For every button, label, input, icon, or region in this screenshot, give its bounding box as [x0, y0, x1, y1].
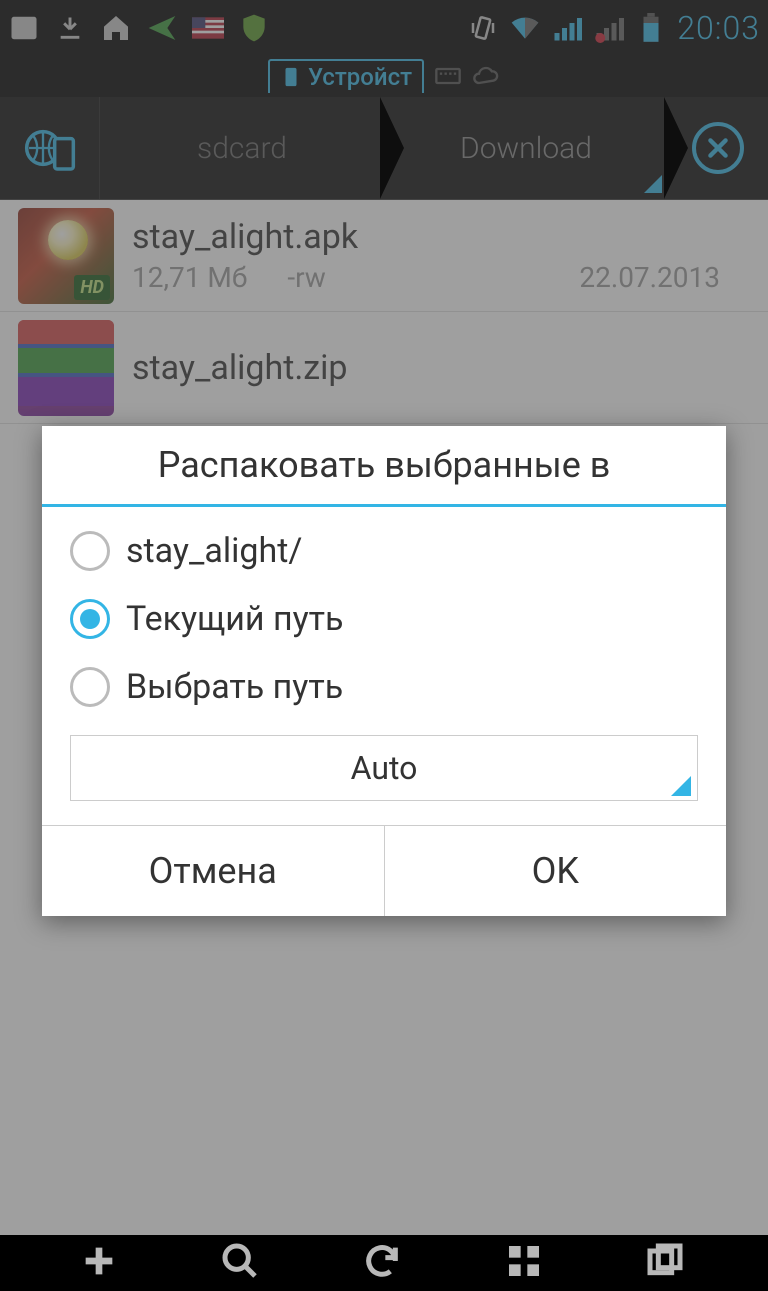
radio-label: stay_alight/: [126, 531, 302, 571]
ok-button[interactable]: OK: [385, 826, 727, 916]
radio-checked-icon: [70, 599, 110, 639]
bottom-toolbar: [0, 1235, 768, 1291]
select-value: Auto: [351, 749, 418, 787]
dialog-title: Распаковать выбранные в: [42, 426, 726, 507]
add-icon[interactable]: [79, 1241, 123, 1285]
radio-label: Выбрать путь: [126, 667, 343, 707]
radio-unchecked-icon: [70, 531, 110, 571]
extract-dialog: Распаковать выбранные в stay_alight/ Тек…: [42, 426, 726, 916]
cancel-button[interactable]: Отмена: [42, 826, 385, 916]
radio-option-current[interactable]: Текущий путь: [66, 585, 702, 653]
radio-label: Текущий путь: [126, 599, 343, 639]
refresh-icon[interactable]: [362, 1241, 406, 1285]
radio-option-choose[interactable]: Выбрать путь: [66, 653, 702, 721]
grid-icon[interactable]: [504, 1241, 548, 1285]
search-icon[interactable]: [220, 1241, 264, 1285]
encoding-select[interactable]: Auto: [70, 735, 698, 801]
dropdown-indicator-icon: [671, 776, 691, 796]
radio-unchecked-icon: [70, 667, 110, 707]
radio-option-folder[interactable]: stay_alight/: [66, 517, 702, 585]
windows-icon[interactable]: [645, 1241, 689, 1285]
